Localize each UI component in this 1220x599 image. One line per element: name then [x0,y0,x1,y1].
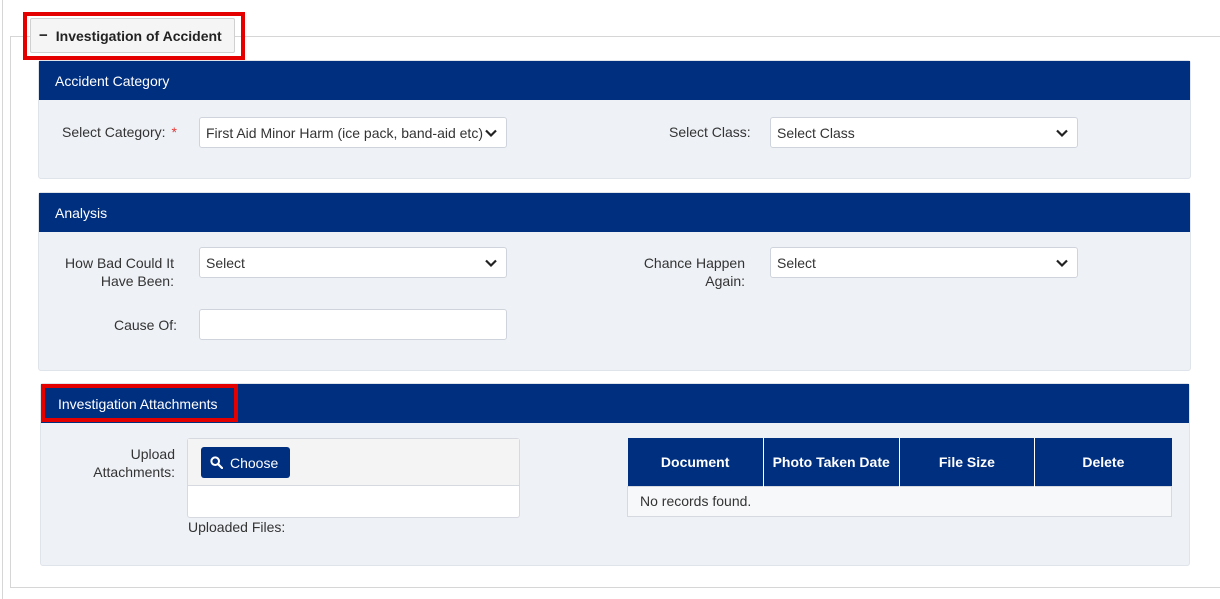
section-title: Investigation of Accident [55,27,222,44]
upload-toolbar: Choose [188,439,519,486]
upload-label: Upload Attachments: [93,446,175,480]
chance-label: Chance Happen Again: [643,255,745,289]
empty-message: No records found. [627,485,1172,517]
column-header-photo-taken-date[interactable]: Photo Taken Date [763,438,900,486]
table-row: No records found. [627,485,1172,517]
class-select-value: Select Class [777,124,855,141]
analysis-header: Analysis [39,193,1190,232]
search-icon [210,456,223,469]
class-label: Select Class: [669,124,751,140]
chevron-down-icon [1056,259,1068,268]
column-header-document[interactable]: Document [627,438,764,486]
chevron-down-icon [1056,129,1068,138]
how-bad-select-value: Select [206,254,245,271]
chance-select[interactable]: Select [770,247,1078,278]
file-upload-widget[interactable]: Choose [187,438,520,518]
category-label: Select Category: * [62,124,177,140]
category-select[interactable]: First Aid Minor Harm (ice pack, band-aid… [199,117,507,148]
column-header-file-size[interactable]: File Size [899,438,1036,486]
chance-select-value: Select [777,254,816,271]
chevron-down-icon [485,259,497,268]
collapse-icon: − [39,27,48,44]
column-header-delete[interactable]: Delete [1034,438,1172,486]
analysis-panel: Analysis [38,192,1191,371]
section-toggle-investigation[interactable]: − Investigation of Accident [30,18,235,53]
fieldset-bottom-border [10,587,1220,588]
cause-label: Cause Of: [114,317,178,333]
cause-input[interactable] [199,309,507,340]
how-bad-select[interactable]: Select [199,247,507,278]
category-select-value: First Aid Minor Harm (ice pack, band-aid… [206,124,483,141]
required-marker: * [171,124,177,140]
accident-category-header: Accident Category [39,61,1190,100]
choose-label: Choose [230,454,279,471]
choose-file-button[interactable]: Choose [201,447,290,478]
attachments-table: Document Photo Taken Date File Size Dele… [627,438,1172,517]
page-left-border [2,0,3,599]
how-bad-label: How Bad Could It Have Been: [65,255,174,289]
highlight-box-attachments [41,384,238,422]
chevron-down-icon [485,129,497,138]
class-select[interactable]: Select Class [770,117,1078,148]
uploaded-files-label: Uploaded Files: [188,519,286,535]
